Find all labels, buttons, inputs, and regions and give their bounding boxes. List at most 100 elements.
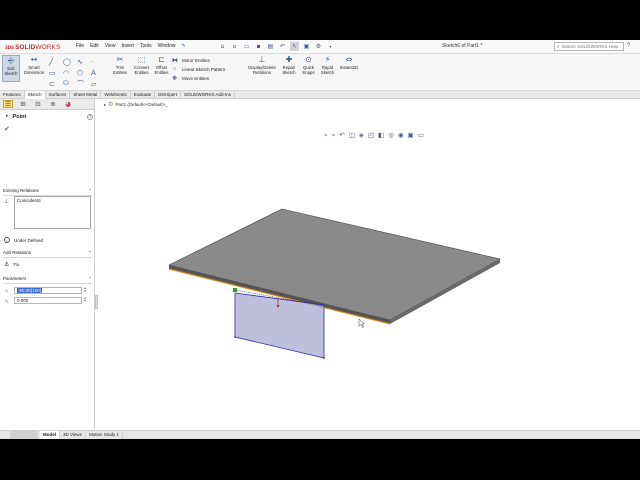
spline-icon[interactable]: ∿ — [77, 56, 91, 67]
configuration-tab-icon[interactable]: ⊟ — [33, 100, 43, 108]
ellipse-icon[interactable]: ⬭ — [63, 78, 77, 89]
x-coordinate-field[interactable]: -60.00(100) — [14, 287, 82, 294]
y-spinner[interactable]: ▴ ▾ — [82, 296, 88, 304]
rebuild-icon[interactable]: ▣ — [302, 42, 311, 51]
menu-insert[interactable]: Insert — [121, 43, 134, 49]
pm-title-row: • Point ? — [5, 113, 93, 120]
search-input[interactable]: ⌕ Search SOLIDWORKS Help — [554, 42, 624, 51]
tab-3d-views[interactable]: 3D Views — [60, 431, 86, 439]
select-icon[interactable]: ↖ — [290, 42, 299, 51]
menu-view[interactable]: View — [105, 43, 116, 49]
point-icon[interactable]: · — [91, 56, 105, 67]
tab-motion-study-1[interactable]: Motion Study 1 — [86, 431, 123, 439]
rapid-sketch-button[interactable]: ⚡ Rapid Sketch — [319, 55, 336, 76]
status-text: Under Defined — [14, 237, 44, 243]
panel-tabs: ☰ ⊞ ⊟ ⊕ ◕ — [0, 99, 94, 110]
parameters-header[interactable]: Parameters ⌃ — [3, 276, 92, 284]
display-delete-relations-button[interactable]: ⊥ Display/Delete Relations — [244, 55, 280, 76]
menu-edit[interactable]: Edit — [90, 43, 99, 49]
search-placeholder: Search SOLIDWORKS Help — [561, 44, 619, 49]
arc-icon[interactable]: ◠ — [63, 67, 77, 78]
document-title: Sketch6 of Part1 * — [442, 43, 483, 49]
menu-window[interactable]: Window — [158, 43, 176, 49]
options-dropdown-icon[interactable]: ▾ — [326, 42, 335, 51]
offset-entities-button[interactable]: ⊏ Offset Entities — [153, 55, 170, 76]
convert-entities-button[interactable]: ⬚ Convert Entities — [131, 55, 152, 76]
menu-file[interactable]: File — [76, 43, 84, 49]
convert-icon: ⬚ — [137, 54, 146, 64]
dimxpert-tab-icon[interactable]: ⊕ — [48, 100, 58, 108]
help-icon[interactable]: ? — [87, 113, 93, 120]
model-view[interactable] — [98, 99, 640, 430]
display-manager-tab-icon[interactable]: ◕ — [63, 100, 73, 108]
fillet-icon[interactable]: ⌒ — [77, 78, 91, 89]
add-relations-header[interactable]: Add Relations ⌃ — [3, 250, 92, 258]
tab-dimxpert[interactable]: DimXpert — [155, 91, 182, 99]
tab-model[interactable]: Model — [40, 431, 60, 439]
print-icon[interactable]: ▤ — [266, 42, 275, 51]
linear-sketch-pattern-button[interactable]: ⁘ Linear Sketch Pattern — [172, 66, 225, 73]
list-item[interactable]: Coincident4 — [17, 198, 88, 203]
plate-top-face[interactable] — [168, 208, 501, 321]
line-icon[interactable]: ╱ — [49, 56, 63, 67]
plane-icon[interactable]: ▱ — [91, 78, 105, 89]
repair-icon: ✚ — [285, 54, 293, 64]
tab-evaluate[interactable]: Evaluate — [131, 91, 156, 99]
home-icon[interactable]: ⌂ — [218, 42, 227, 51]
logo-mark: 3DS — [5, 44, 14, 50]
pin-icon[interactable]: ✎ — [181, 43, 185, 49]
mirror-pattern-group: ⧓ Mirror Entities ⁘ Linear Sketch Pattern … — [172, 57, 225, 82]
exit-sketch-button[interactable]: ⎆ Exit Sketch — [2, 55, 20, 82]
move-entities-button[interactable]: ✥ Move Entities — [172, 75, 225, 82]
feature-tree-tab-icon[interactable]: ⊞ — [18, 100, 28, 108]
fix-relation-option[interactable]: ⚓ Fix — [4, 261, 98, 268]
rapid-sketch-label: Rapid Sketch — [320, 65, 335, 75]
collapse-icon[interactable]: ⌃ — [88, 250, 92, 256]
collapse-icon[interactable]: ⌃ — [88, 276, 92, 282]
instant2d-label: Instant2D — [339, 65, 359, 70]
tab-features[interactable]: Features — [0, 91, 25, 99]
tab-solidworks-add-ins[interactable]: SOLIDWORKS Add-Ins — [181, 91, 236, 99]
sketch-endpoint[interactable] — [234, 336, 236, 338]
existing-relations-list[interactable]: Coincident4 — [14, 196, 91, 229]
open-icon[interactable]: ▭ — [242, 42, 251, 51]
menu-bar: File Edit View Insert Tools Window ✎ — [76, 43, 186, 49]
existing-relations-header[interactable]: Existing Relations ⌃ — [3, 188, 92, 196]
text-icon[interactable]: A — [91, 67, 105, 78]
tab-sheet-metal[interactable]: Sheet Metal — [70, 91, 102, 99]
exit-sketch-label: Exit Sketch — [4, 66, 18, 76]
tab-sketch[interactable]: Sketch — [24, 91, 46, 99]
logo-rest-text: WORKS — [35, 43, 61, 51]
selected-point[interactable] — [233, 288, 237, 292]
trim-icon: ✂ — [116, 54, 124, 64]
x-coordinate-icon: *ₓ — [5, 288, 8, 293]
slot-icon[interactable]: ⊂ — [49, 78, 63, 89]
tab-weldments[interactable]: Weldments — [101, 91, 131, 99]
instant2d-button[interactable]: ⇔ Instant2D — [338, 55, 360, 71]
solidworks-logo[interactable]: 3DS SOLIDWORKS — [5, 42, 60, 52]
tab-scroll-arrows[interactable] — [10, 431, 38, 439]
circle-icon[interactable]: ◯ — [63, 56, 77, 67]
y-coordinate-field[interactable]: 0.000 — [14, 297, 82, 304]
polygon-icon[interactable]: ⬡ — [77, 67, 91, 78]
smart-dimension-button[interactable]: ↔ Smart Dimension — [21, 55, 47, 76]
repair-sketch-button[interactable]: ✚ Repair Sketch — [280, 55, 298, 76]
existing-relations-title: Existing Relations — [3, 188, 39, 193]
save-icon[interactable]: ▪ — [254, 42, 263, 51]
graphics-area[interactable]: ▸ ⚙ Part1 (Default<<Default>_ ⌕ ⌕ ↶ ◫ ◈ … — [98, 99, 640, 430]
rectangle-icon[interactable]: ▭ — [49, 67, 63, 78]
new-icon[interactable]: ▫ — [230, 42, 239, 51]
sketch-endpoint[interactable] — [323, 357, 325, 359]
property-manager-tab-icon[interactable]: ☰ — [3, 100, 13, 108]
undo-icon[interactable]: ↶ — [278, 42, 287, 51]
tab-surfaces[interactable]: Surfaces — [46, 91, 71, 99]
trim-entities-button[interactable]: ✂ Trim Entities — [111, 55, 129, 76]
x-spinner[interactable]: ▴ ▾ — [82, 286, 88, 294]
help-icon[interactable]: ? — [627, 43, 630, 49]
ok-button[interactable]: ✔ — [4, 125, 12, 133]
collapse-icon[interactable]: ⌃ — [88, 188, 92, 194]
mirror-entities-button[interactable]: ⧓ Mirror Entities — [172, 57, 225, 64]
quick-snaps-button[interactable]: ⊙ Quick Snaps — [300, 55, 317, 76]
options-icon[interactable]: ⚙ — [314, 42, 323, 51]
menu-tools[interactable]: Tools — [140, 43, 152, 49]
